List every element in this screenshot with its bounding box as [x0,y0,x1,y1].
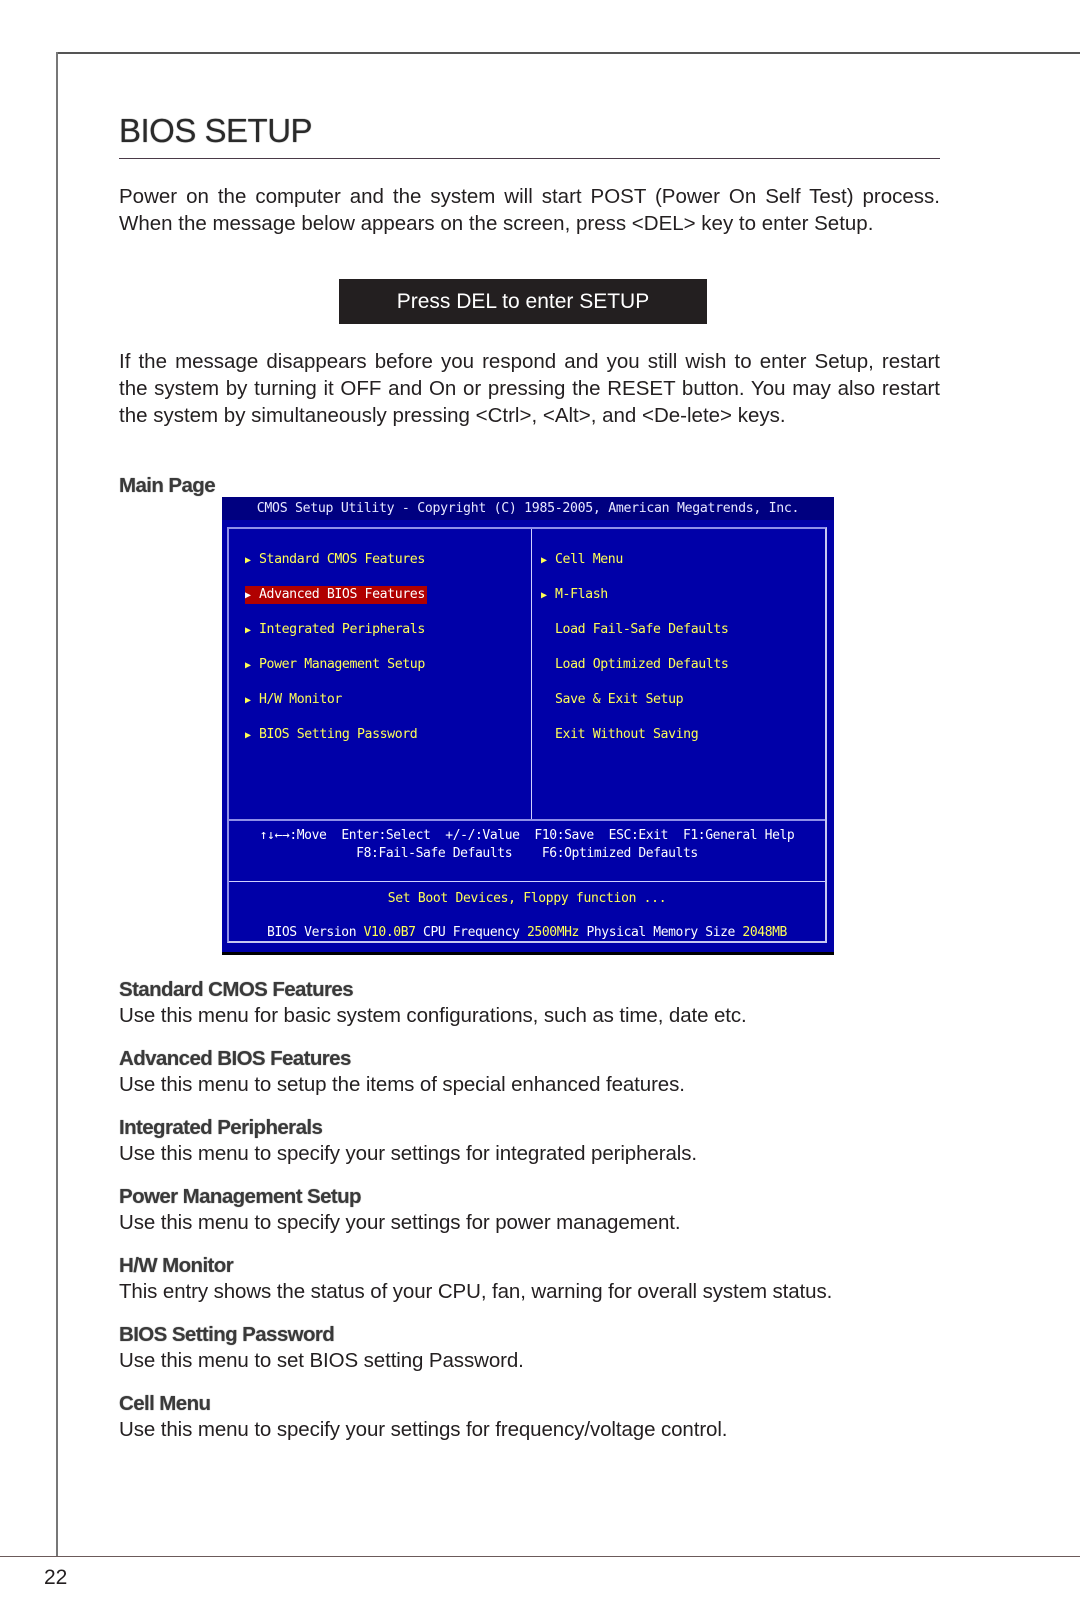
submenu-arrow-icon: ▶ [245,660,251,671]
bios-left-menu-item[interactable]: ▶ Integrated Peripherals [245,621,427,639]
menu-description-section: BIOS Setting Password Use this menu to se… [119,1323,940,1373]
memory-size-label: Physical Memory Size [586,925,735,940]
menu-description-text: Use this menu to specify your settings f… [119,1211,681,1234]
bios-version-label: BIOS Version [267,925,357,940]
menu-description-text: Use this menu for basic system configura… [119,1004,747,1027]
bios-right-menu-item[interactable]: Load Fail-Safe Defaults [541,621,730,639]
submenu-arrow-icon: ▶ [245,590,251,601]
main-page-heading: Main Page [119,474,216,497]
menu-description-text: Use this menu to specify your settings f… [119,1142,697,1165]
menu-description-heading: BIOS Setting Password [119,1323,335,1346]
menu-description-heading: Integrated Peripherals [119,1116,323,1139]
bios-left-menu-item-label: H/W Monitor [259,692,342,707]
menu-description-section: Integrated Peripherals Use this menu to s… [119,1116,940,1166]
bios-right-menu-item[interactable]: Save & Exit Setup [541,691,685,709]
intro-paragraph: Power on the computer and the system wil… [119,185,940,235]
bios-right-menu-item-label: Load Optimized Defaults [555,657,729,672]
page-title: BIOS SETUP [119,112,313,149]
bios-help-line-1: ↑↓←→:Move Enter:Select +/-/:Value F10:Sa… [259,828,795,843]
memory-size-value: 2048MB [742,925,787,940]
bios-title-bar: CMOS Setup Utility - Copyright (C) 1985-… [222,497,834,520]
menu-description-heading: Cell Menu [119,1392,211,1415]
press-del-banner: Press DEL to enter SETUP [339,279,707,324]
bios-version-value: V10.0B7 [363,925,416,940]
bios-left-menu-item[interactable]: ▶ Advanced BIOS Features [245,586,427,604]
bios-right-menu-item[interactable]: Load Optimized Defaults [541,656,730,674]
bios-column-divider [531,529,532,819]
menu-description-section: H/W Monitor This entry shows the status o… [119,1254,940,1304]
bios-item-description: Set Boot Devices, Floppy function ... [387,891,667,906]
cpu-frequency-value: 2500MHz [527,925,579,940]
bios-system-info: BIOS Version V10.0B7 CPU Frequency 2500M… [229,925,825,940]
page-frame-bottom-rule [0,1556,1080,1557]
menu-description-heading: Advanced BIOS Features [119,1047,351,1070]
menu-description-text: This entry shows the status of your CPU,… [119,1280,833,1303]
bios-left-menu-item[interactable]: ▶ Standard CMOS Features [245,551,427,569]
menu-description-section: Advanced BIOS Features Use this menu to s… [119,1047,940,1097]
bios-description-divider [229,881,825,882]
bios-left-menu-item[interactable]: ▶ Power Management Setup [245,656,427,674]
bios-key-help: ↑↓←→:Move Enter:Select +/-/:Value F10:Sa… [229,827,825,863]
menu-description-text: Use this menu to setup the items of spec… [119,1073,685,1096]
bios-left-menu-item-label: Advanced BIOS Features [259,587,425,602]
bios-right-menu-item[interactable]: ▶ Cell Menu [541,551,625,569]
bios-right-menu-item[interactable]: Exit Without Saving [541,726,700,744]
bios-left-menu-item[interactable]: ▶ H/W Monitor [245,691,344,709]
menu-description-text: Use this menu to set BIOS setting Passwo… [119,1349,524,1372]
bios-main-panel: ▶ Standard CMOS Features ▶ Advanced BIOS Fe… [227,527,827,943]
bios-right-menu-item-label: Load Fail-Safe Defaults [555,622,729,637]
bios-left-menu-item-label: Integrated Peripherals [259,622,425,637]
bios-left-menu-item-label: BIOS Setting Password [259,727,418,742]
submenu-arrow-icon: ▶ [245,625,251,636]
bios-help-divider [229,819,825,821]
bios-screenshot: CMOS Setup Utility - Copyright (C) 1985-… [222,497,834,955]
menu-description-section: Power Management Setup Use this menu to s… [119,1185,940,1235]
bios-right-menu-item-label: Exit Without Saving [555,727,699,742]
restart-paragraph: If the message disappears before you res… [119,350,940,427]
bios-right-menu-item-label: Cell Menu [555,552,623,567]
bios-left-menu-item[interactable]: ▶ BIOS Setting Password [245,726,419,744]
bios-right-menu-item[interactable]: ▶ M-Flash [541,586,610,604]
menu-description-heading: Standard CMOS Features [119,978,354,1001]
menu-description-heading: Power Management Setup [119,1185,362,1208]
menu-description-section: Cell Menu Use this menu to specify your s… [119,1392,940,1442]
submenu-arrow-icon: ▶ [245,730,251,741]
page-number: 22 [44,1566,68,1589]
page-frame-top-rule [56,52,1080,54]
title-underline [119,158,940,159]
menu-description-text: Use this menu to specify your settings f… [119,1418,728,1441]
bios-right-menu-item-label: M-Flash [555,587,608,602]
submenu-arrow-icon: ▶ [541,555,547,566]
menu-description-section: Standard CMOS Features Use this menu for … [119,978,940,1028]
submenu-arrow-icon: ▶ [245,695,251,706]
cpu-frequency-label: CPU Frequency [423,925,520,940]
bios-right-menu-item-label: Save & Exit Setup [555,692,684,707]
bios-help-line-2: F8:Fail-Safe Defaults F6:Optimized Defau… [356,846,698,861]
page-frame-left-rule [56,52,58,1556]
bios-left-menu-item-label: Standard CMOS Features [259,552,425,567]
menu-description-heading: H/W Monitor [119,1254,234,1277]
submenu-arrow-icon: ▶ [541,590,547,601]
submenu-arrow-icon: ▶ [245,555,251,566]
bios-left-menu-item-label: Power Management Setup [259,657,425,672]
